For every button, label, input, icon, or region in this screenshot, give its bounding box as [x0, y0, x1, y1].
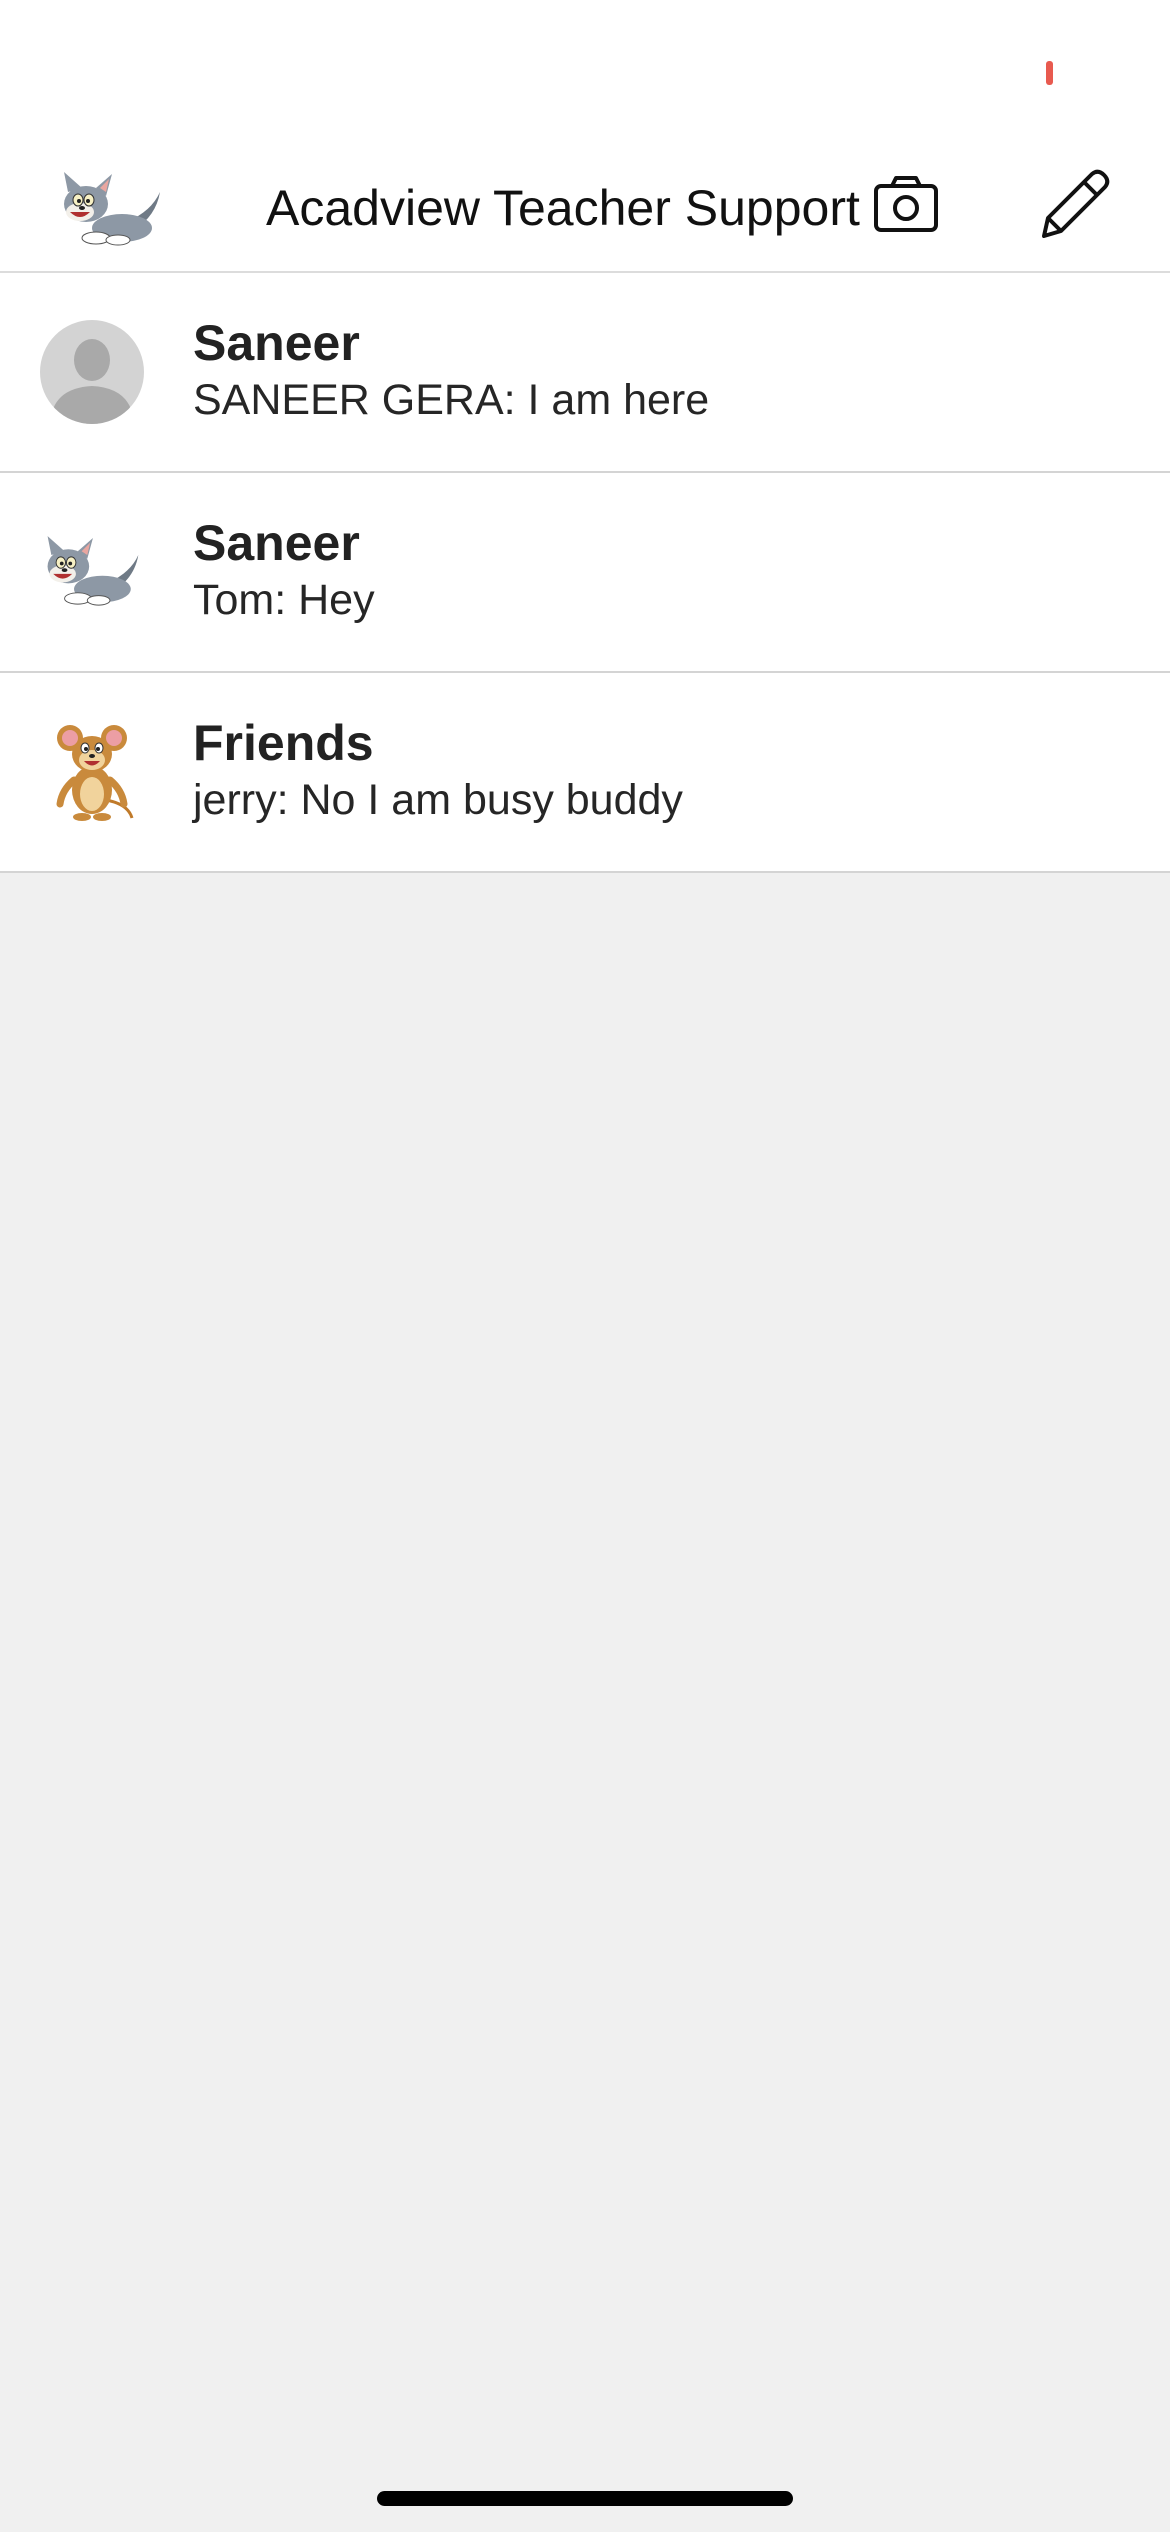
chat-list-item[interactable]: Friends jerry: No I am busy buddy [0, 673, 1170, 873]
home-indicator[interactable] [377, 2491, 793, 2506]
chat-list: Saneer SANEER GERA: I am here Saneer Tom… [0, 273, 1170, 873]
chat-name: Friends [193, 715, 374, 771]
app-header: Acadview Teacher Support [0, 150, 1170, 273]
pencil-icon[interactable] [1034, 166, 1114, 246]
chat-last-message: Tom: Hey [193, 576, 375, 624]
tom-cat-avatar-icon[interactable] [56, 170, 166, 250]
chat-list-item[interactable]: Saneer SANEER GERA: I am here [0, 273, 1170, 473]
chat-name: Saneer [193, 315, 360, 371]
camera-icon[interactable] [872, 174, 940, 238]
tom-cat-avatar-icon [40, 520, 144, 624]
chat-last-message: SANEER GERA: I am here [193, 376, 710, 424]
status-bar [0, 0, 1170, 150]
jerry-mouse-avatar-icon [40, 720, 144, 824]
chat-list-item[interactable]: Saneer Tom: Hey [0, 473, 1170, 673]
default-person-avatar-icon [40, 320, 144, 424]
page-title: Acadview Teacher Support [266, 180, 860, 236]
chat-name: Saneer [193, 515, 360, 571]
chat-last-message: jerry: No I am busy buddy [193, 776, 683, 824]
recording-indicator [1046, 61, 1053, 85]
